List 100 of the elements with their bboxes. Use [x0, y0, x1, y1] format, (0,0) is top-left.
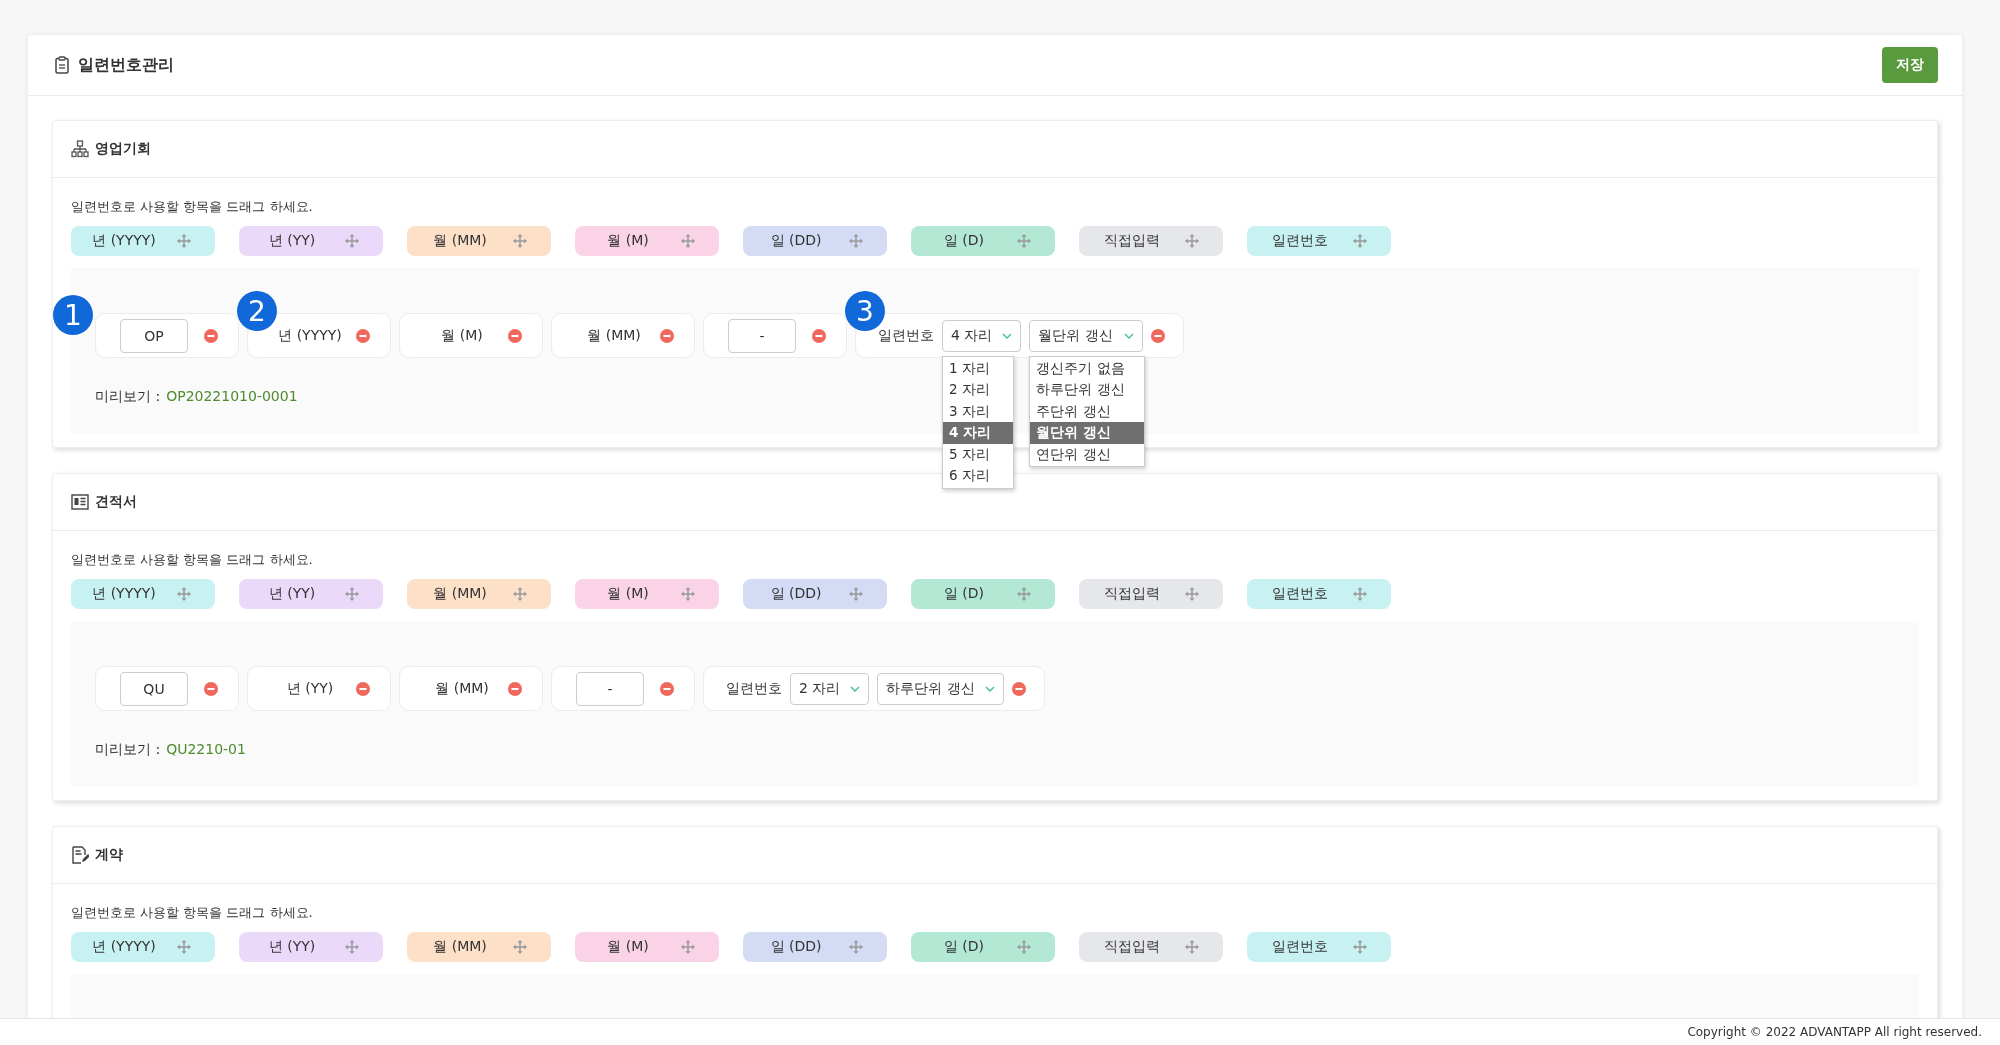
- sequence-slot[interactable]: 월 (M): [399, 313, 543, 358]
- sequence-slot[interactable]: QU: [95, 666, 239, 711]
- chevron-down-icon: [850, 685, 861, 692]
- digits-dropdown[interactable]: 4 자리: [942, 319, 1022, 352]
- draggable-chip[interactable]: 일 (D): [911, 932, 1055, 962]
- draggable-chip[interactable]: 월 (M): [575, 932, 719, 962]
- remove-icon[interactable]: [356, 681, 370, 696]
- dropdown-option[interactable]: 연단위 갱신: [1030, 443, 1145, 465]
- slot-label: 월 (MM): [434, 679, 490, 698]
- org-chart-icon: [71, 140, 89, 158]
- move-icon: [849, 234, 863, 248]
- draggable-chip[interactable]: 월 (MM): [407, 579, 551, 609]
- section-title: 견적서: [95, 493, 137, 511]
- remove-icon[interactable]: [508, 328, 522, 343]
- move-icon: [177, 587, 191, 601]
- chevron-down-icon: [1124, 332, 1135, 339]
- dropdown-option[interactable]: 2 자리: [943, 379, 1013, 401]
- instruction-text: 일련번호로 사용할 항목을 드래그 하세요.: [71, 551, 314, 569]
- preview-value: QU2210-01: [166, 741, 246, 759]
- remove-icon[interactable]: [204, 681, 218, 696]
- text-input[interactable]: -: [728, 318, 796, 353]
- move-icon: [1353, 940, 1367, 954]
- remove-icon[interactable]: [1151, 328, 1166, 343]
- draggable-chip[interactable]: 월 (MM): [407, 226, 551, 256]
- number-badge: 2: [237, 291, 277, 331]
- draggable-chip[interactable]: 일 (DD): [743, 579, 887, 609]
- draggable-chip[interactable]: 년 (YYYY): [71, 932, 215, 962]
- dropdown-option[interactable]: 3 자리: [943, 400, 1013, 422]
- draggable-chip[interactable]: 년 (YY): [239, 226, 383, 256]
- preview-value: OP20221010-0001: [166, 388, 298, 406]
- chevron-down-icon: [984, 685, 995, 692]
- move-icon: [345, 940, 359, 954]
- draggable-chip[interactable]: 월 (MM): [407, 932, 551, 962]
- move-icon: [1185, 587, 1199, 601]
- renewal-dropdown[interactable]: 하루단위 갱신: [877, 672, 1004, 705]
- move-icon: [849, 587, 863, 601]
- preview-label: 미리보기 :: [95, 388, 161, 406]
- sequence-slot[interactable]: OP: [95, 313, 239, 358]
- remove-icon[interactable]: [1011, 681, 1026, 696]
- sequence-slot[interactable]: -: [703, 313, 847, 358]
- text-input[interactable]: QU: [120, 671, 188, 706]
- draggable-chip[interactable]: 월 (M): [575, 226, 719, 256]
- move-icon: [1017, 234, 1031, 248]
- dropdown-option[interactable]: 5 자리: [943, 443, 1013, 465]
- draggable-chip[interactable]: 일련번호: [1247, 579, 1391, 609]
- remove-icon[interactable]: [508, 681, 522, 696]
- number-badge: 1: [53, 295, 93, 335]
- draggable-chip[interactable]: 년 (YYYY): [71, 579, 215, 609]
- move-icon: [513, 940, 527, 954]
- move-icon: [345, 587, 359, 601]
- instruction-text: 일련번호로 사용할 항목을 드래그 하세요.: [71, 904, 314, 922]
- remove-icon[interactable]: [660, 681, 674, 696]
- move-icon: [345, 234, 359, 248]
- draggable-chip[interactable]: 년 (YY): [239, 579, 383, 609]
- remove-icon[interactable]: [204, 328, 218, 343]
- sequence-slot[interactable]: 월 (MM): [399, 666, 543, 711]
- receipt-icon: [71, 493, 89, 511]
- move-icon: [1017, 940, 1031, 954]
- document-pen-icon: [71, 846, 89, 864]
- draggable-chip[interactable]: 일 (D): [911, 579, 1055, 609]
- remove-icon[interactable]: [660, 328, 674, 343]
- sequence-slot[interactable]: -: [551, 666, 695, 711]
- section-title: 영업기회: [95, 140, 151, 158]
- dropdown-option[interactable]: 주단위 갱신: [1030, 400, 1145, 422]
- sequence-slot[interactable]: 년 (YY): [247, 666, 391, 711]
- move-icon: [1353, 234, 1367, 248]
- move-icon: [513, 587, 527, 601]
- draggable-chip[interactable]: 년 (YYYY): [71, 226, 215, 256]
- move-icon: [849, 940, 863, 954]
- draggable-chip[interactable]: 일 (D): [911, 226, 1055, 256]
- draggable-chip[interactable]: 일 (DD): [743, 226, 887, 256]
- draggable-chip[interactable]: 일련번호: [1247, 932, 1391, 962]
- draggable-chip[interactable]: 년 (YY): [239, 932, 383, 962]
- move-icon: [1185, 234, 1199, 248]
- move-icon: [681, 234, 695, 248]
- sequence-slot[interactable]: 일련번호 2 자리 하루단위 갱신: [703, 666, 1045, 711]
- copyright-text: Copyright © 2022 ADVANTAPP All right reserved.: [1687, 1025, 1982, 1039]
- sequence-slot[interactable]: 월 (MM): [551, 313, 695, 358]
- dropdown-option[interactable]: 월단위 갱신: [1030, 422, 1145, 444]
- dropdown-option[interactable]: 하루단위 갱신: [1030, 379, 1145, 401]
- renewal-dropdown[interactable]: 월단위 갱신: [1029, 319, 1144, 352]
- dropdown-option[interactable]: 6 자리: [943, 465, 1013, 487]
- dropdown-option[interactable]: 1 자리: [943, 357, 1013, 379]
- move-icon: [681, 587, 695, 601]
- draggable-chip[interactable]: 일 (DD): [743, 932, 887, 962]
- draggable-chip[interactable]: 직접입력: [1079, 579, 1223, 609]
- remove-icon[interactable]: [356, 328, 370, 343]
- draggable-chip[interactable]: 월 (M): [575, 579, 719, 609]
- move-icon: [1353, 587, 1367, 601]
- draggable-chip[interactable]: 직접입력: [1079, 226, 1223, 256]
- digits-dropdown[interactable]: 2 자리: [790, 672, 870, 705]
- remove-icon[interactable]: [812, 328, 826, 343]
- dropdown-option[interactable]: 갱신주기 없음: [1030, 357, 1145, 379]
- text-input[interactable]: OP: [120, 318, 188, 353]
- draggable-chip[interactable]: 직접입력: [1079, 932, 1223, 962]
- dropdown-option[interactable]: 4 자리: [943, 422, 1013, 444]
- slot-label: 년 (YYYY): [277, 326, 343, 345]
- text-input[interactable]: -: [576, 671, 644, 706]
- move-icon: [1185, 940, 1199, 954]
- draggable-chip[interactable]: 일련번호: [1247, 226, 1391, 256]
